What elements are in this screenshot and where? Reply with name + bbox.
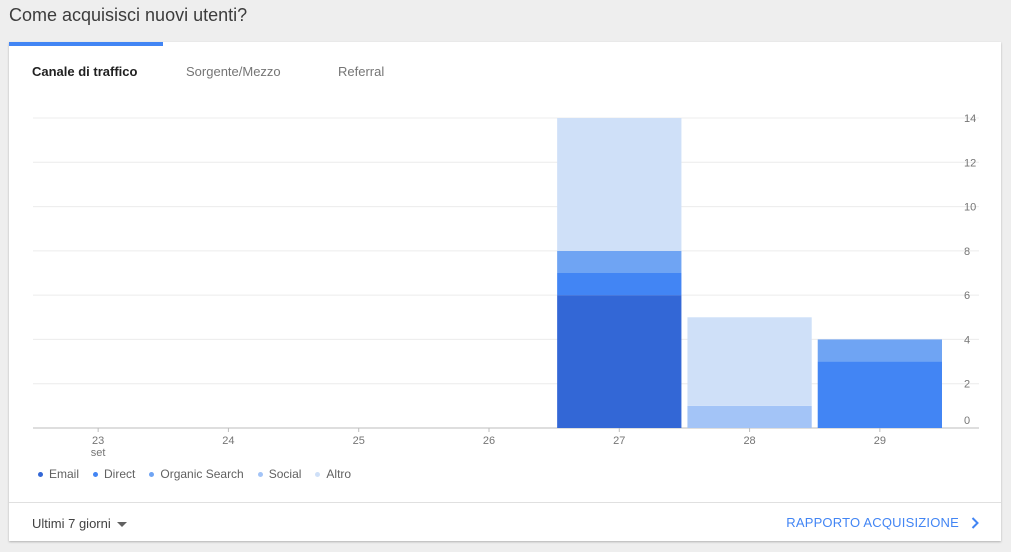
page-title: Come acquisisci nuovi utenti?	[9, 5, 248, 25]
legend-label: Organic Search	[160, 467, 244, 481]
bar-28-social	[687, 405, 812, 428]
bar-29-direct	[817, 361, 942, 428]
legend-item-direct: Direct	[93, 467, 135, 481]
chart-legend: Email Direct Organic Search Social Altro	[38, 467, 365, 481]
date-range-selector[interactable]: Ultimi 7 giorni	[32, 516, 127, 531]
bar-27-organic-search	[557, 250, 682, 273]
acquisition-card: Canale di traffico Sorgente/Mezzo Referr…	[9, 42, 1001, 541]
y-tick-label-10: 10	[964, 202, 976, 214]
legend-dot-icon	[257, 471, 263, 477]
x-month-label: set	[91, 447, 106, 459]
legend-item-social: Social	[257, 467, 302, 481]
x-tick-label-29: 29	[874, 435, 886, 447]
bar-29-organic-search	[817, 339, 942, 362]
y-tick-label-2: 2	[964, 379, 970, 391]
card-footer: Ultimi 7 giorni RAPPORTO ACQUISIZIONE	[9, 502, 1001, 542]
bar-27-altro	[557, 118, 682, 251]
legend-dot-icon	[149, 471, 155, 477]
acquisition-report-link[interactable]: RAPPORTO ACQUISIZIONE	[786, 515, 979, 530]
date-range-label: Ultimi 7 giorni	[32, 516, 111, 531]
report-link-label: RAPPORTO ACQUISIZIONE	[786, 515, 959, 530]
y-tick-label-12: 12	[964, 157, 976, 169]
x-tick-label-24: 24	[222, 435, 234, 447]
legend-item-email: Email	[38, 467, 79, 481]
x-tick-label-25: 25	[353, 435, 365, 447]
legend-dot-icon	[93, 471, 99, 477]
legend-dot-icon	[315, 471, 321, 477]
chevron-right-icon	[971, 516, 979, 529]
x-tick-label-26: 26	[483, 435, 495, 447]
x-tick-label-27: 27	[613, 435, 625, 447]
x-tick-label-23: 23	[92, 435, 104, 447]
y-tick-label-14: 14	[964, 113, 976, 125]
y-tick-label-6: 6	[964, 290, 970, 302]
y-tick-label-0: 0	[964, 415, 970, 427]
bar-28-altro	[687, 317, 812, 406]
legend-item-organic-search: Organic Search	[149, 467, 244, 481]
legend-item-altro: Altro	[315, 467, 351, 481]
legend-dot-icon	[38, 471, 43, 477]
bar-27-email	[557, 295, 682, 428]
legend-label: Email	[49, 467, 80, 481]
stacked-bar-chart: 0246810121423set24 25 26 27 28 29	[33, 113, 979, 459]
legend-label: Social	[268, 467, 302, 481]
legend-label: Altro	[326, 467, 352, 481]
caret-down-icon	[116, 522, 127, 527]
y-tick-label-8: 8	[964, 246, 970, 258]
bar-27-direct	[557, 273, 682, 296]
x-tick-label-28: 28	[743, 435, 755, 447]
legend-label: Direct	[104, 467, 136, 481]
y-tick-label-4: 4	[964, 334, 970, 346]
